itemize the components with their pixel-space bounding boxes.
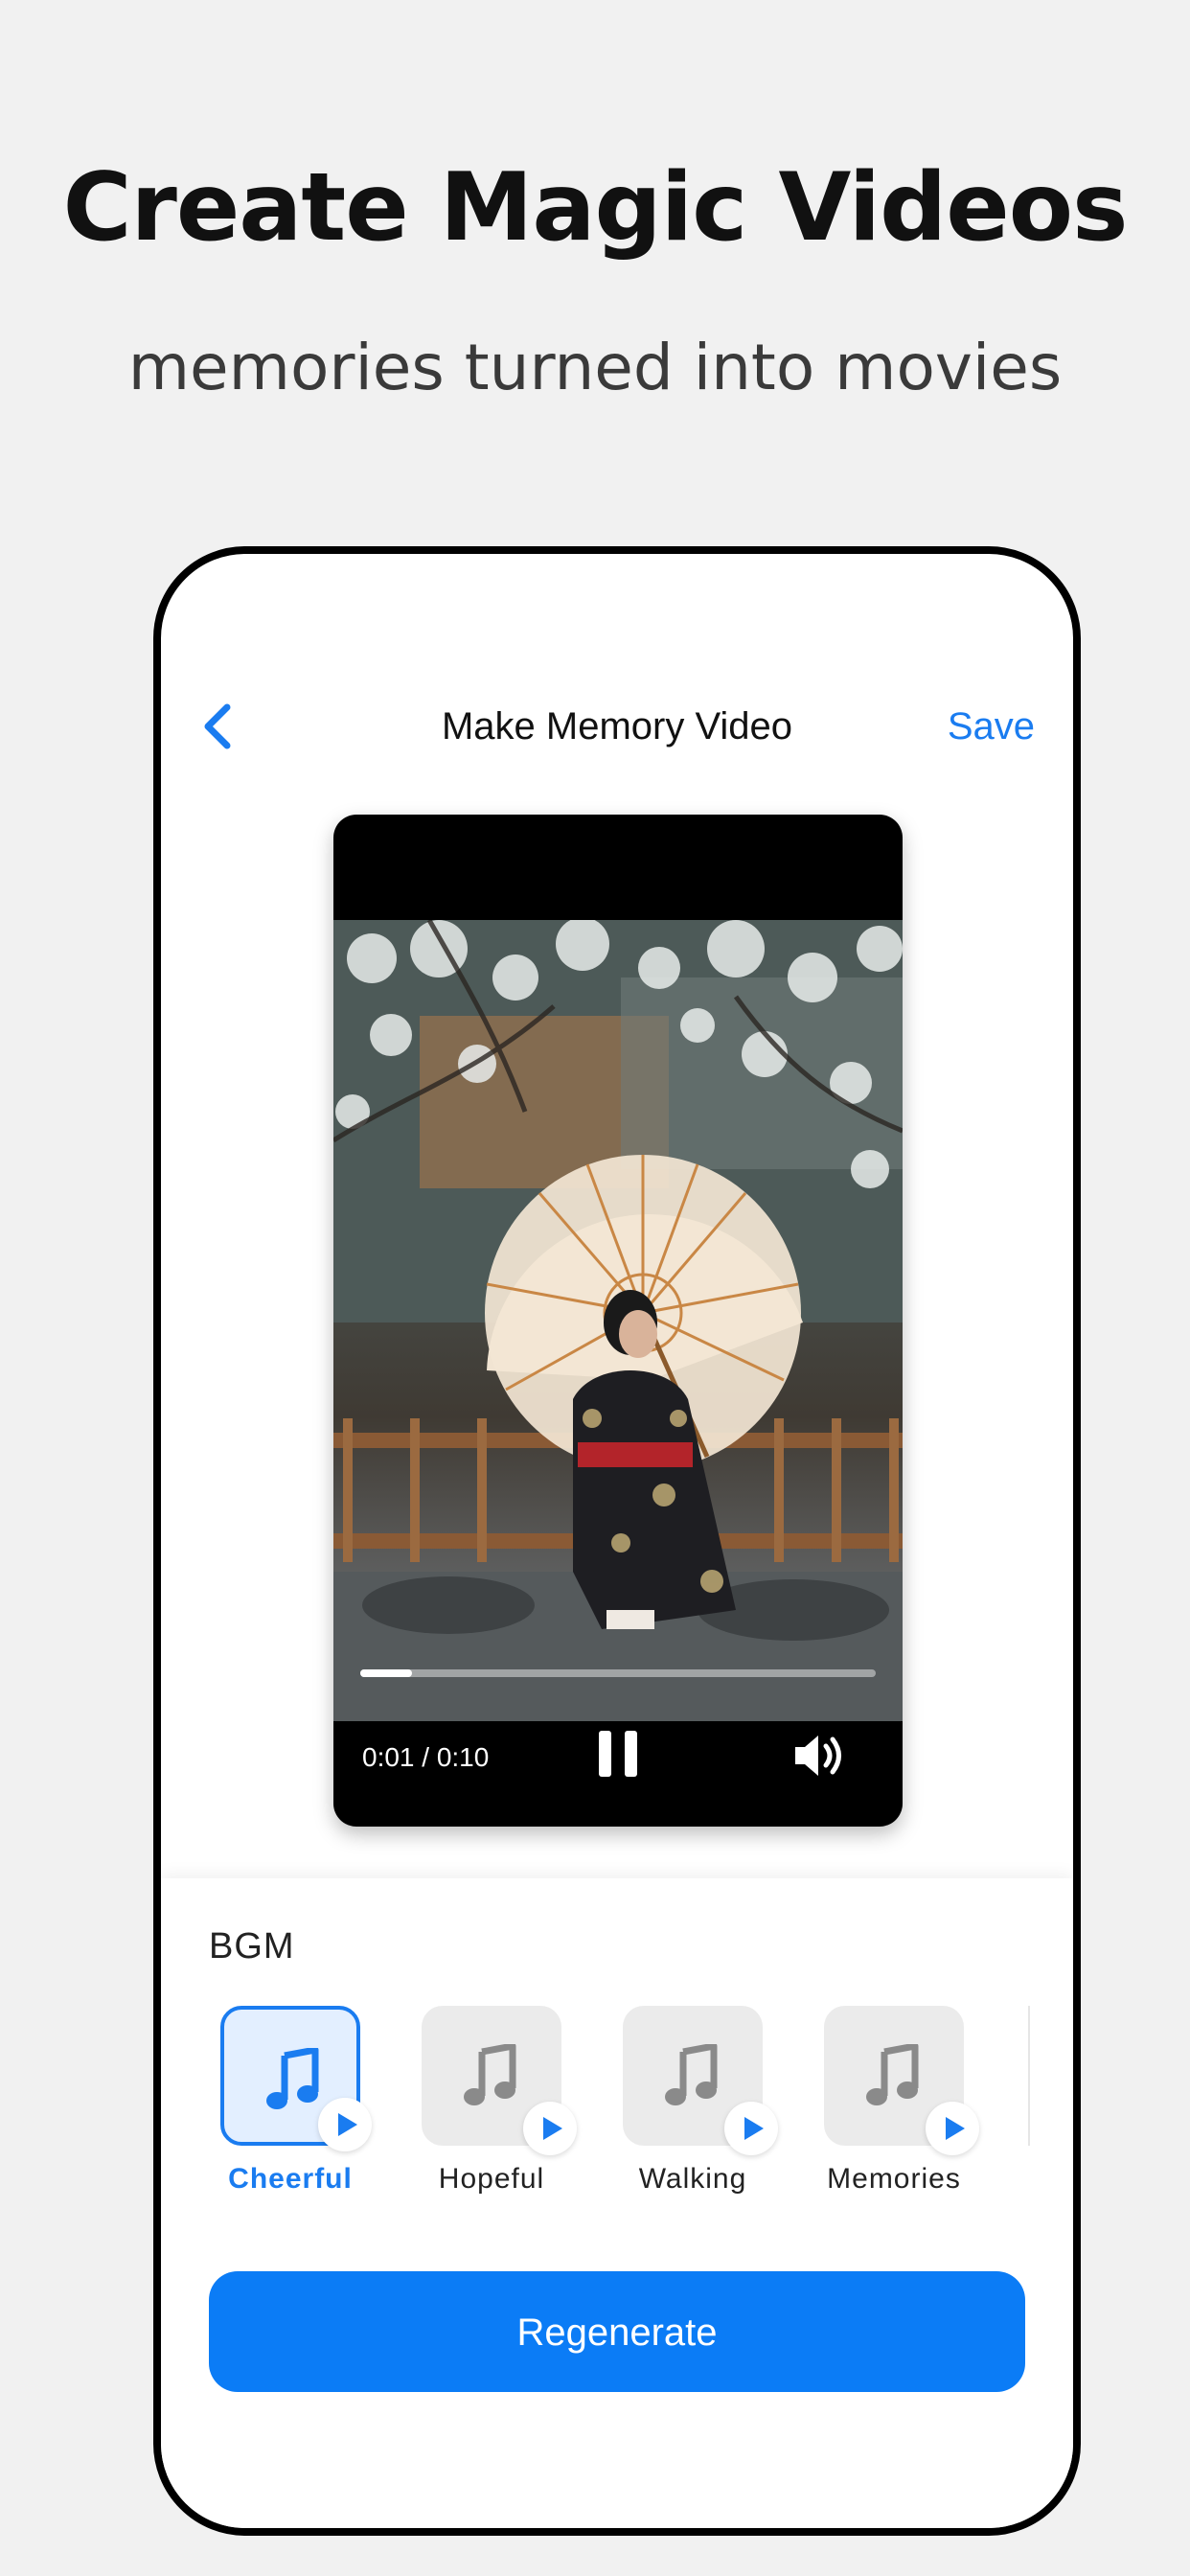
regenerate-button[interactable]: Regenerate	[209, 2271, 1025, 2392]
bgm-panel	[161, 1878, 1073, 2528]
preview-play-button[interactable]	[318, 2098, 372, 2151]
video-time-label: 0:01 / 0:10	[362, 1742, 490, 1772]
bgm-track-next-peek	[1028, 2006, 1038, 2146]
music-note-icon	[266, 2048, 319, 2109]
bgm-track-cheerful[interactable]: Cheerful	[220, 2006, 372, 2196]
video-player[interactable]: 0:01 / 0:10	[333, 815, 903, 1827]
pause-icon	[599, 1731, 637, 1777]
preview-play-button[interactable]	[724, 2102, 778, 2155]
page-title: Make Memory Video	[441, 705, 793, 748]
phone-frame: Make Memory Video Save 0:01 / 0:10 BGM C…	[153, 546, 1081, 2536]
bgm-track-walking[interactable]: Walking	[623, 2006, 778, 2196]
pause-button[interactable]	[594, 1727, 642, 1781]
video-progress-fill	[360, 1669, 412, 1677]
music-note-icon	[464, 2044, 516, 2105]
marketing-headline: Create Magic Videos	[62, 153, 1129, 263]
save-button[interactable]: Save	[948, 698, 1035, 755]
bgm-track-tile	[422, 2006, 577, 2155]
preview-play-button[interactable]	[523, 2102, 577, 2155]
bgm-track-name: Walking	[638, 2163, 747, 2195]
video-frame-image	[333, 920, 903, 1721]
bgm-track-hopeful[interactable]: Hopeful	[422, 2006, 577, 2196]
bgm-track-memories[interactable]: Memories	[824, 2006, 979, 2196]
play-icon	[338, 2113, 357, 2136]
marketing-subhead: memories turned into movies	[127, 331, 1063, 404]
bgm-track-tile	[824, 2006, 979, 2155]
bgm-track-tile	[220, 2006, 372, 2151]
play-icon	[543, 2117, 562, 2140]
bgm-track-name: Memories	[827, 2163, 961, 2195]
bgm-track-tile	[623, 2006, 778, 2155]
bgm-track-name: Cheerful	[228, 2163, 353, 2195]
speaker-volume-icon	[795, 1736, 841, 1776]
music-note-icon	[866, 2044, 919, 2105]
bgm-section-label: BGM	[209, 1926, 295, 1966]
volume-button[interactable]	[791, 1730, 849, 1782]
bgm-track-name: Hopeful	[438, 2163, 545, 2195]
play-icon	[946, 2117, 965, 2140]
preview-play-button[interactable]	[926, 2102, 979, 2155]
music-note-icon	[665, 2044, 718, 2105]
video-progress-bar[interactable]	[360, 1669, 876, 1677]
play-icon	[744, 2117, 764, 2140]
